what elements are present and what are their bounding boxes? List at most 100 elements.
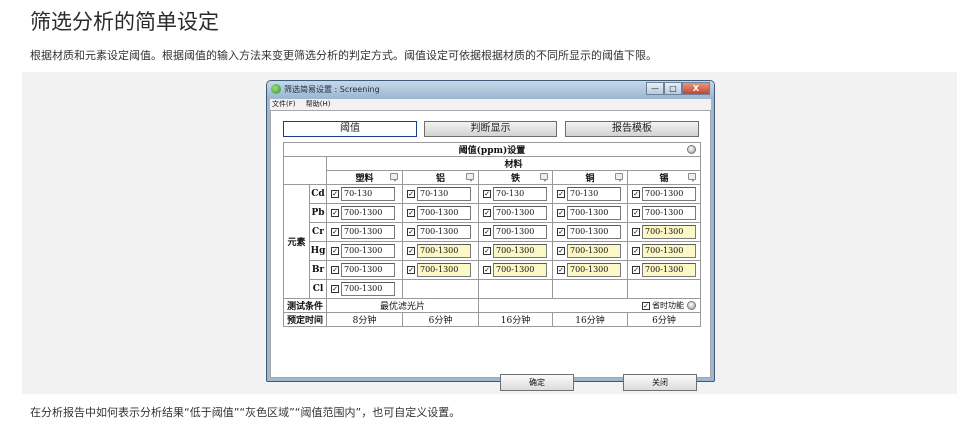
enable-checkbox[interactable]: ✓ [632,190,640,198]
threshold-input[interactable]: 700-1300 [642,263,696,277]
screening-settings-window: 筛选简易设置 : Screening — □ X 文件(F) 帮助(H) 阈值 … [266,80,715,391]
threshold-input[interactable]: 700-1300 [642,225,696,239]
threshold-cell: ✓ 700-1300 [552,222,628,242]
threshold-input[interactable]: 700-1300 [493,206,547,220]
threshold-input[interactable]: 700-1300 [567,244,621,258]
gear-icon[interactable] [687,301,696,310]
minimize-button[interactable]: — [646,82,664,95]
threshold-input[interactable]: 700-1300 [417,225,471,239]
gear-icon[interactable] [687,145,696,154]
enable-checkbox[interactable]: ✓ [407,247,415,255]
ok-button[interactable]: 确定 [500,374,574,391]
enable-checkbox[interactable]: ✓ [557,209,565,217]
threshold-input[interactable]: 700-1300 [642,187,696,201]
scheduled-time-value: 6分钟 [627,312,701,327]
enable-checkbox[interactable]: ✓ [557,247,565,255]
table-row: Cr ✓ 700-1300 ✓ 700-1300 ✓ 700-1300 ✓ 700-1300 ✓ 7… [284,222,701,242]
threshold-input[interactable]: 700-1300 [567,206,621,220]
menu-file[interactable]: 文件(F) [272,100,296,108]
threshold-input[interactable]: 700-1300 [567,225,621,239]
page-title: 筛选分析的简单设定 [30,10,219,34]
threshold-cell: ✓ 700-1300 [627,241,701,261]
threshold-input[interactable]: 700-1300 [341,263,395,277]
enable-checkbox[interactable]: ✓ [331,209,339,217]
threshold-control: ✓ 700-1300 [328,243,402,260]
threshold-control: ✓ 700-1300 [328,224,402,241]
time-saving-cell: ✓ 省时功能 [478,298,701,313]
enable-checkbox[interactable]: ✓ [483,247,491,255]
enable-checkbox[interactable]: ✓ [632,209,640,217]
threshold-control: ✓ 700-1300 [480,205,552,222]
close-window-button[interactable]: X [682,82,710,95]
menu-help[interactable]: 帮助(H) [306,100,331,108]
threshold-input[interactable]: 70-130 [417,187,471,201]
tab-threshold[interactable]: 阈值 [283,121,417,137]
threshold-input[interactable]: 700-1300 [493,225,547,239]
threshold-input[interactable]: 700-1300 [417,244,471,258]
enable-checkbox[interactable]: ✓ [483,209,491,217]
enable-checkbox[interactable]: ✓ [632,247,640,255]
time-saving-checkbox[interactable]: ✓ [642,301,650,310]
comment-icon[interactable] [615,173,623,182]
enable-checkbox[interactable]: ✓ [407,228,415,236]
enable-checkbox[interactable]: ✓ [331,228,339,236]
threshold-cell: ✓ 700-1300 [478,241,553,261]
enable-checkbox[interactable]: ✓ [407,209,415,217]
enable-checkbox[interactable]: ✓ [483,228,491,236]
enable-checkbox[interactable]: ✓ [557,190,565,198]
close-button[interactable]: 关闭 [623,374,697,391]
threshold-input[interactable]: 700-1300 [642,244,696,258]
comment-icon[interactable] [688,173,696,182]
threshold-input[interactable]: 700-1300 [341,225,395,239]
threshold-input[interactable]: 700-1300 [341,244,395,258]
section-title: 阈值(ppm)设置 [458,146,526,156]
threshold-control: ✓ 700-1300 [404,224,478,241]
enable-checkbox[interactable]: ✓ [407,190,415,198]
threshold-input[interactable]: 70-130 [567,187,621,201]
threshold-input[interactable]: 700-1300 [341,206,395,220]
enable-checkbox[interactable]: ✓ [632,266,640,274]
threshold-input[interactable]: 70-130 [493,187,547,201]
enable-checkbox[interactable]: ✓ [483,266,491,274]
table-row: Br ✓ 700-1300 ✓ 700-1300 ✓ 700-1300 ✓ 700-1300 ✓ 7… [284,260,701,280]
enable-checkbox[interactable]: ✓ [331,266,339,274]
comment-icon[interactable] [390,173,398,182]
enable-checkbox[interactable]: ✓ [632,228,640,236]
tab-report-template[interactable]: 报告模板 [565,121,699,137]
enable-checkbox[interactable]: ✓ [331,285,339,293]
app-icon [271,84,281,94]
element-label: Pb [309,203,327,223]
threshold-cell: ✓ 700-1300 [402,222,479,242]
threshold-input[interactable]: 70-130 [341,187,395,201]
threshold-control: ✓ 700-1300 [629,205,700,222]
threshold-input[interactable]: 700-1300 [567,263,621,277]
enable-checkbox[interactable]: ✓ [557,266,565,274]
table-row: 元素 Cd ✓ 70-130 ✓ 70-130 ✓ 70-130 ✓ 70-130 ✓ 700-130… [283,184,701,299]
comment-icon[interactable] [540,173,548,182]
tab-judgment-display[interactable]: 判断显示 [424,121,557,137]
threshold-input[interactable]: 700-1300 [417,206,471,220]
enable-checkbox[interactable]: ✓ [557,228,565,236]
maximize-button[interactable]: □ [664,82,682,95]
menubar: 文件(F) 帮助(H) [270,99,711,110]
threshold-input[interactable]: 700-1300 [642,206,696,220]
threshold-control: ✓ 700-1300 [328,281,402,298]
enable-checkbox[interactable]: ✓ [483,190,491,198]
threshold-input[interactable]: 700-1300 [341,282,395,296]
threshold-input[interactable]: 700-1300 [493,244,547,258]
threshold-input[interactable]: 700-1300 [493,263,547,277]
threshold-cell: ✓ 70-130 [402,184,479,204]
window-titlebar[interactable]: 筛选简易设置 : Screening — □ X [267,81,714,98]
threshold-cell: ✓ 700-1300 [627,184,701,204]
threshold-control: ✓ 70-130 [554,186,627,203]
enable-checkbox[interactable]: ✓ [331,247,339,255]
material-column-header: 锡 [627,170,701,185]
scheduled-time-value: 16分钟 [478,312,553,327]
comment-icon[interactable] [466,173,474,182]
threshold-input[interactable]: 700-1300 [417,263,471,277]
threshold-cell: ✓ 70-130 [478,184,553,204]
enable-checkbox[interactable]: ✓ [407,266,415,274]
threshold-control: ✓ 70-130 [404,186,478,203]
enable-checkbox[interactable]: ✓ [331,190,339,198]
threshold-cell: ✓ 700-1300 [627,222,701,242]
